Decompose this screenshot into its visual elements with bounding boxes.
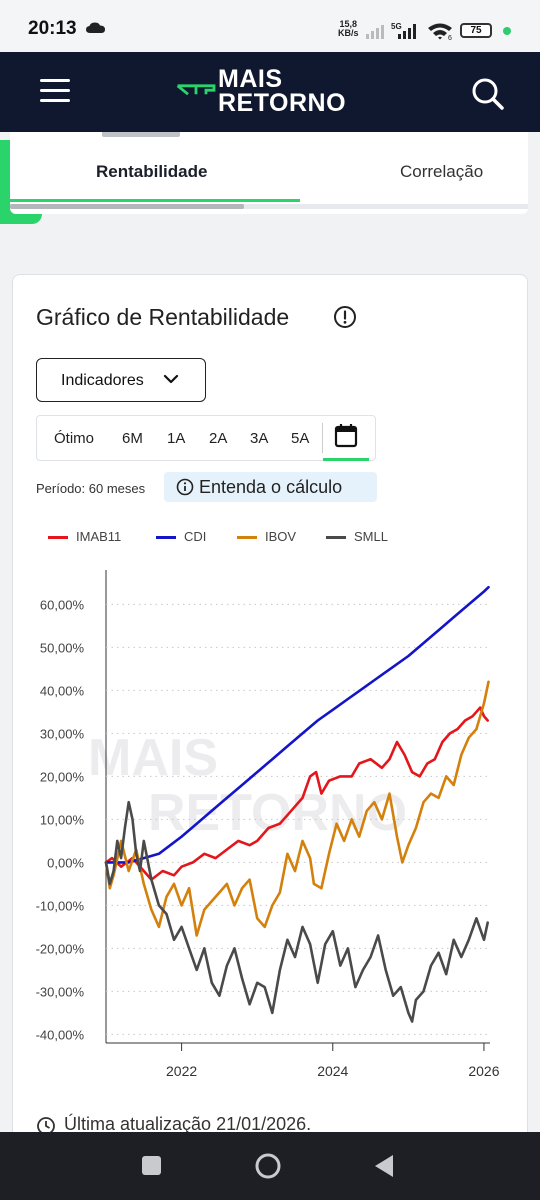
y-tick-label: -40,00%	[36, 1027, 85, 1042]
status-time: 20:13	[28, 18, 77, 39]
recent-apps-button[interactable]	[142, 1156, 161, 1175]
period-2a-button[interactable]: 2A	[209, 430, 227, 447]
y-tick-label: 60,00%	[40, 597, 85, 612]
info-icon[interactable]	[333, 305, 357, 329]
legend-swatch-imab11	[48, 536, 68, 539]
period-text: Período: 60 meses	[36, 481, 146, 496]
home-button[interactable]	[254, 1152, 282, 1180]
info-icon	[176, 478, 194, 496]
period-1a-button[interactable]: 1A	[167, 430, 185, 447]
y-tick-label: 50,00%	[40, 640, 85, 655]
performance-line-chart[interactable]: MAISRETORNO60,00%50,00%40,00%30,00%20,00…	[30, 565, 510, 1085]
back-button[interactable]	[373, 1153, 395, 1179]
legend-smll[interactable]: SMLL	[354, 529, 388, 544]
period-6m-button[interactable]: 6M	[122, 430, 143, 447]
legend-imab11[interactable]: IMAB11	[76, 529, 121, 544]
menu-icon-bar	[40, 89, 70, 92]
network-speed: 15,8 KB/s	[338, 19, 359, 38]
legend-swatch-ibov	[237, 536, 257, 539]
period-5a-button[interactable]: 5A	[291, 430, 309, 447]
signal-icons: 5G 6	[366, 22, 452, 40]
collapsed-element	[102, 132, 180, 137]
chevron-down-icon	[163, 374, 179, 384]
menu-button[interactable]	[40, 79, 70, 105]
y-tick-label: 20,00%	[40, 769, 85, 784]
indicators-dropdown[interactable]: Indicadores	[36, 358, 206, 402]
explain-calculation-label[interactable]: Entenda o cálculo	[199, 477, 342, 498]
battery-icon: 75	[460, 23, 492, 38]
svg-text:6: 6	[448, 35, 452, 40]
search-icon[interactable]	[470, 76, 506, 112]
svg-text:5G: 5G	[391, 22, 402, 31]
period-3a-button[interactable]: 3A	[250, 430, 268, 447]
y-tick-label: -10,00%	[36, 898, 85, 913]
period-otimo-button[interactable]: Ótimo	[54, 430, 94, 447]
y-tick-label: 30,00%	[40, 726, 85, 741]
calendar-active-indicator	[323, 458, 369, 461]
logo-mark-icon	[176, 84, 216, 96]
y-tick-label: 10,00%	[40, 812, 85, 827]
x-tick-label: 2024	[317, 1063, 348, 1079]
tab-correlacao[interactable]: Correlação	[400, 162, 483, 182]
legend-cdi[interactable]: CDI	[184, 529, 206, 544]
menu-icon-bar	[40, 99, 70, 102]
legend-ibov[interactable]: IBOV	[265, 529, 296, 544]
x-tick-label: 2026	[468, 1063, 499, 1079]
x-tick-label: 2022	[166, 1063, 197, 1079]
watermark-text: MAIS	[88, 729, 218, 787]
active-tab-indicator	[10, 199, 300, 202]
tab-rentabilidade[interactable]: Rentabilidade	[96, 162, 207, 182]
chart-title: Gráfico de Rentabilidade	[36, 304, 290, 330]
tab-scrollbar-thumb[interactable]	[10, 204, 244, 209]
privacy-dot	[503, 27, 511, 35]
legend-swatch-smll	[326, 536, 346, 539]
logo[interactable]: MAIS RETORNO	[218, 67, 346, 116]
menu-icon-bar	[40, 79, 70, 82]
calendar-icon[interactable]	[323, 416, 369, 460]
y-tick-label: -30,00%	[36, 984, 85, 999]
legend-swatch-cdi	[156, 536, 176, 539]
cloud-icon	[86, 22, 105, 33]
y-tick-label: 0,00%	[47, 855, 84, 870]
dropdown-label: Indicadores	[61, 372, 144, 389]
y-tick-label: -20,00%	[36, 941, 85, 956]
y-tick-label: 40,00%	[40, 683, 85, 698]
